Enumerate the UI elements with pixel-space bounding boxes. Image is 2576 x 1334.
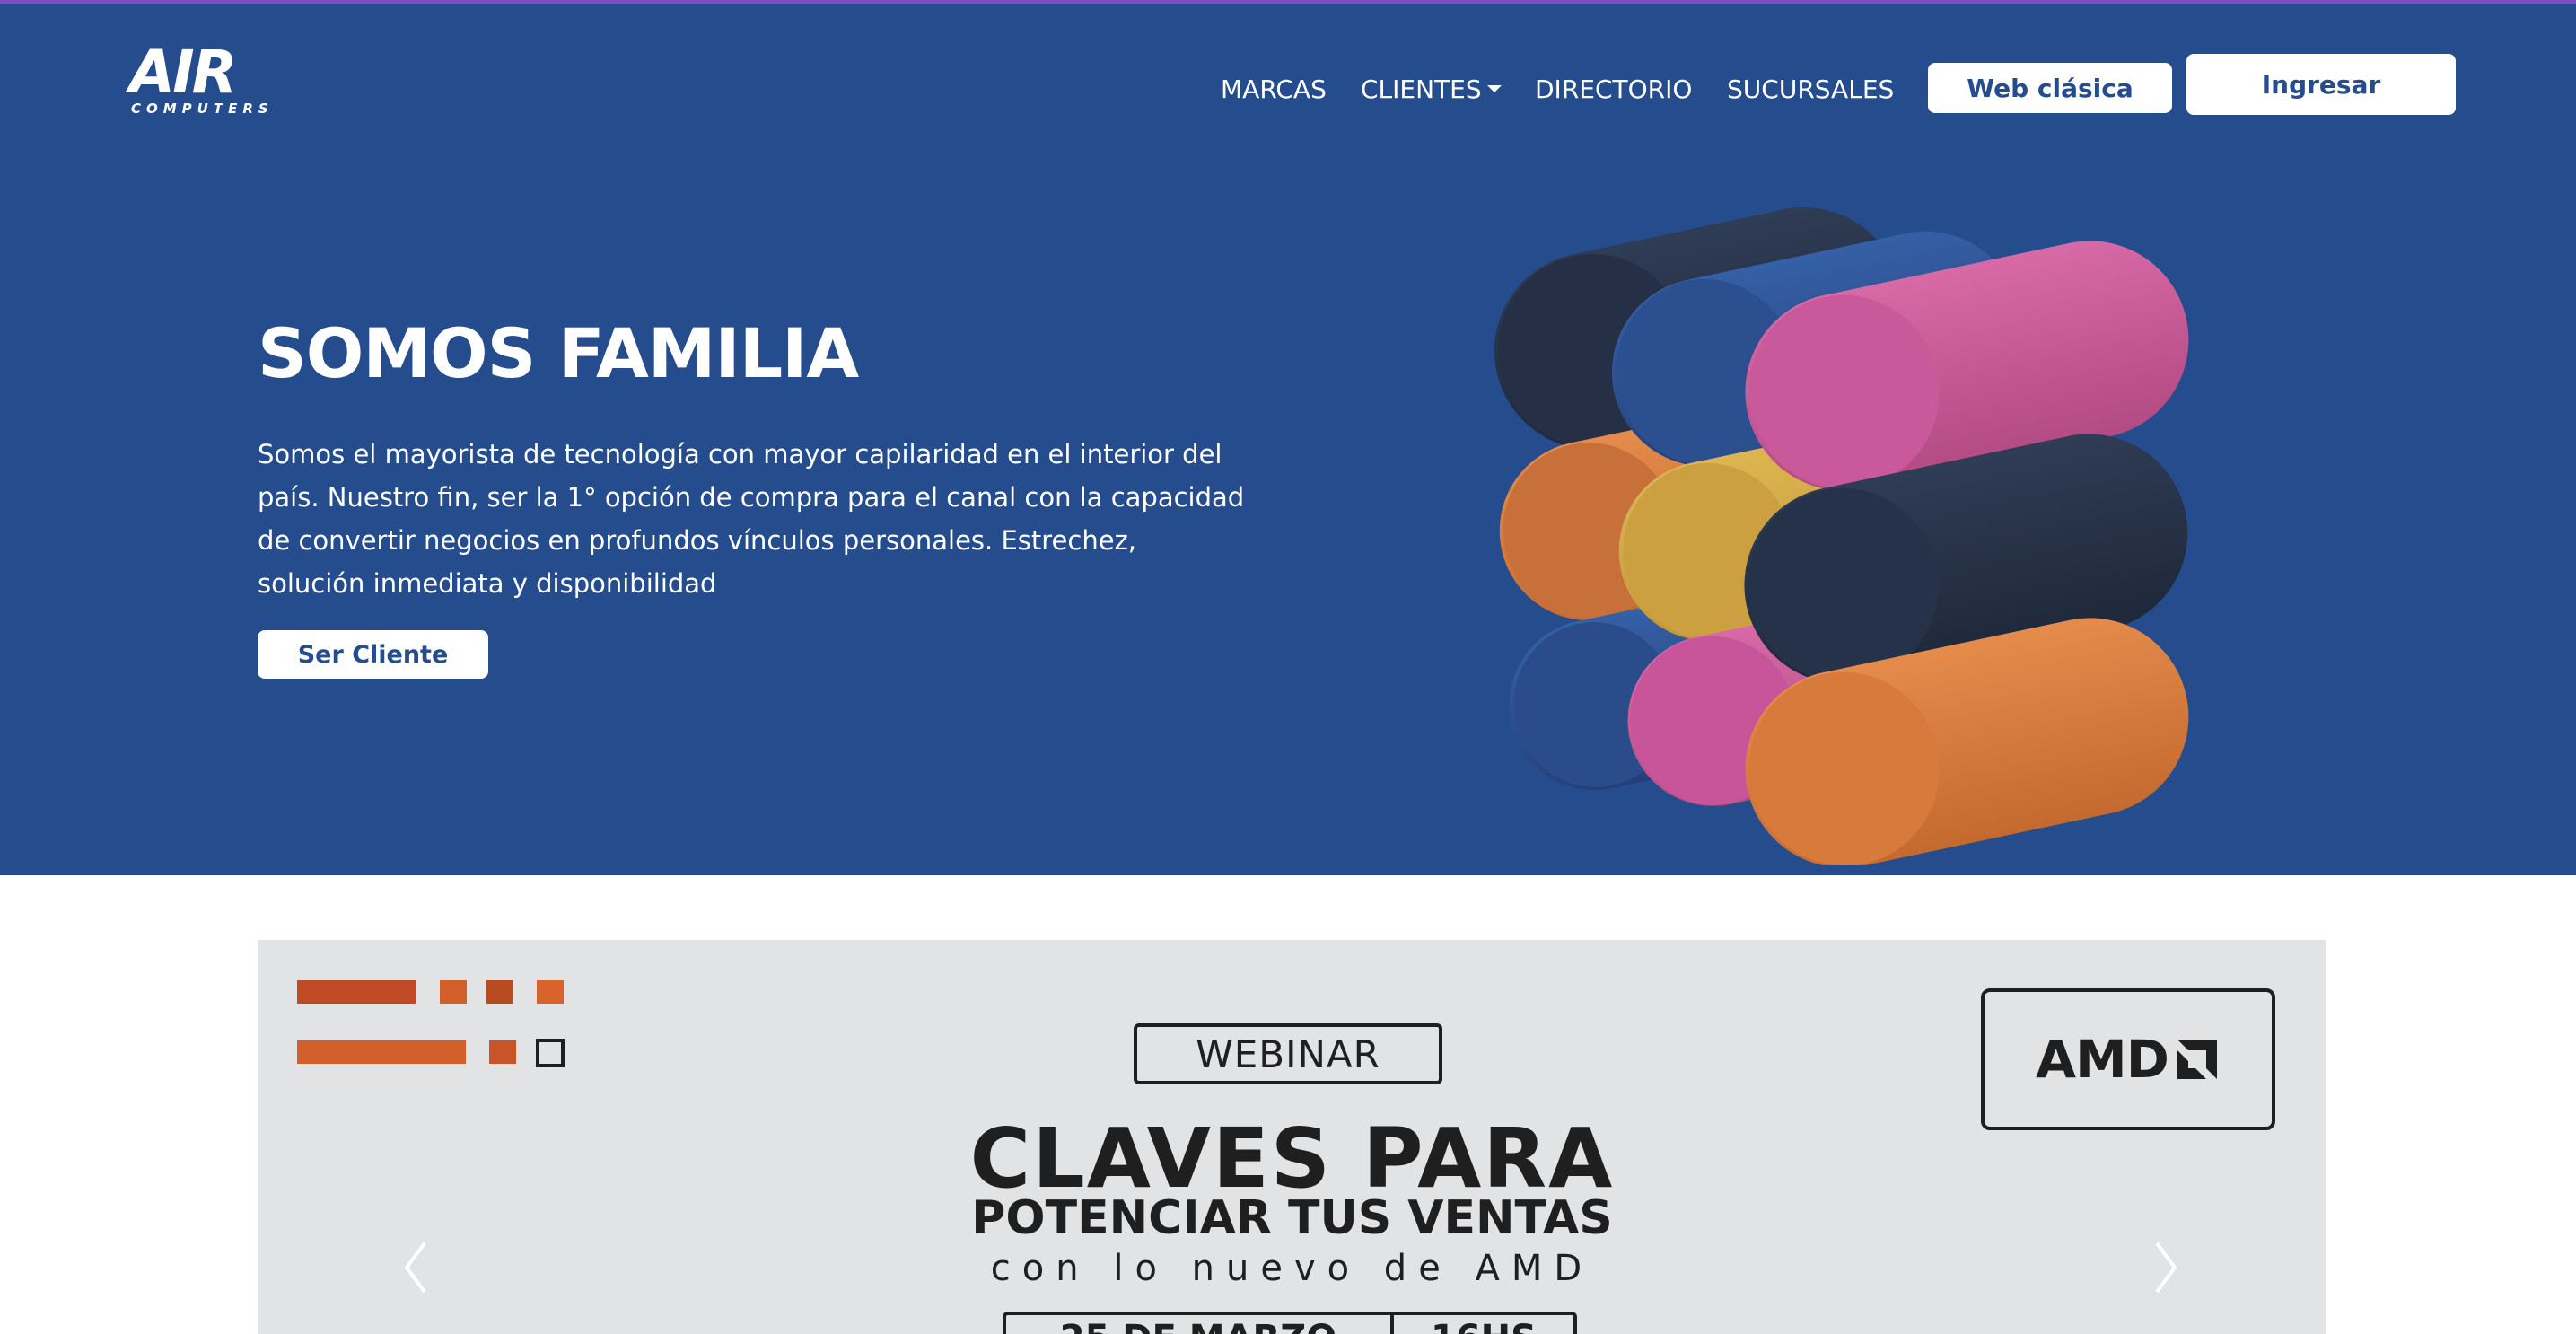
air-computers-logo[interactable]: AIR COMPUTERS [129, 38, 268, 124]
carousel-next-icon[interactable] [2146, 1236, 2186, 1299]
nav-sucursales[interactable]: SUCURSALES [1727, 72, 1894, 108]
banner-tagline: con lo nuevo de AMD [990, 1248, 1594, 1289]
webinar-date: 25 DE MARZO [1006, 1315, 1394, 1334]
webinar-date-box: 25 DE MARZO 16HS [1003, 1312, 1577, 1334]
logo-air-text: AIR [129, 38, 237, 107]
ser-cliente-button[interactable]: Ser Cliente [258, 630, 488, 679]
decor-square [537, 980, 564, 1004]
hero-description: Somos el mayorista de tecnología con may… [258, 439, 1245, 599]
nav-directorio[interactable]: DIRECTORIO [1535, 72, 1692, 108]
hero-section: AIR COMPUTERS MARCAS CLIENTES DIRECTORIO… [0, 4, 2576, 875]
nav-clientes[interactable]: CLIENTES [1361, 72, 1502, 108]
nav-clientes-label: CLIENTES [1361, 75, 1482, 104]
webinar-time: 16HS [1394, 1315, 1573, 1334]
web-clasica-button[interactable]: Web clásica [1928, 63, 2172, 113]
chevron-down-icon [1486, 85, 1502, 92]
nav-marcas[interactable]: MARCAS [1221, 72, 1327, 108]
amd-logo-text: AMD [2036, 1029, 2169, 1090]
decor-bar [297, 980, 416, 1004]
decor-square [489, 1040, 516, 1064]
logo-computers-text: COMPUTERS [131, 101, 274, 117]
hero-title: SOMOS FAMILIA [258, 313, 859, 393]
banner-subheadline: POTENCIAR TUS VENTAS [971, 1191, 1613, 1245]
amd-logo: AMD [1981, 988, 2275, 1130]
decor-square-outline [536, 1039, 565, 1067]
stacked-cylinders-illustration [1494, 206, 2189, 865]
decor-square [486, 980, 513, 1004]
decor-bar [297, 1040, 466, 1064]
webinar-banner[interactable]: WEBINAR CLAVES PARA POTENCIAR TUS VENTAS… [258, 940, 2326, 1334]
carousel-prev-icon[interactable] [396, 1236, 435, 1299]
webinar-tag: WEBINAR [1134, 1023, 1442, 1084]
amd-arrow-icon [2177, 1040, 2217, 1079]
ingresar-button[interactable]: Ingresar [2186, 54, 2456, 115]
decor-square [440, 980, 467, 1004]
